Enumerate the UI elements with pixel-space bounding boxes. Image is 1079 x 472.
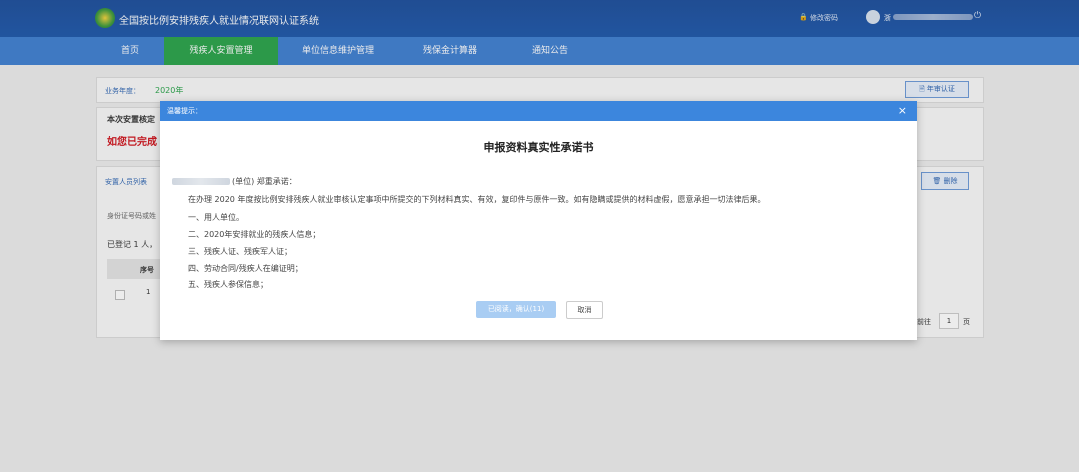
- salutation-line: (单位) 郑重承诺：: [172, 176, 297, 187]
- modal-header: 温馨提示： ×: [160, 101, 917, 121]
- company-name-blurred: [172, 178, 230, 185]
- modal-header-title: 温馨提示：: [167, 107, 202, 115]
- commitment-body: 在办理 2020 年度按比例安排残疾人就业审核认定事项中所提交的下列材料真实、有…: [188, 195, 766, 204]
- salutation-text: (单位) 郑重承诺：: [232, 177, 297, 186]
- document-title: 申报资料真实性承诺书: [483, 141, 594, 154]
- commitment-item-2: 二、2020年安排就业的残疾人信息；: [188, 230, 321, 239]
- commitment-item-3: 三、残疾人证、残疾军人证；: [188, 247, 292, 256]
- close-icon[interactable]: ×: [898, 104, 907, 117]
- cancel-button[interactable]: 取消: [566, 301, 603, 319]
- confirm-read-button[interactable]: 已阅读，确认(11): [476, 301, 556, 318]
- commitment-item-4: 四、劳动合同/残疾人在编证明；: [188, 264, 303, 273]
- commitment-item-5: 五、残疾人参保信息；: [188, 280, 268, 289]
- commitment-item-1: 一、用人单位。: [188, 213, 244, 222]
- commitment-modal: 温馨提示： × 申报资料真实性承诺书 (单位) 郑重承诺： 在办理 2020 年…: [160, 101, 917, 340]
